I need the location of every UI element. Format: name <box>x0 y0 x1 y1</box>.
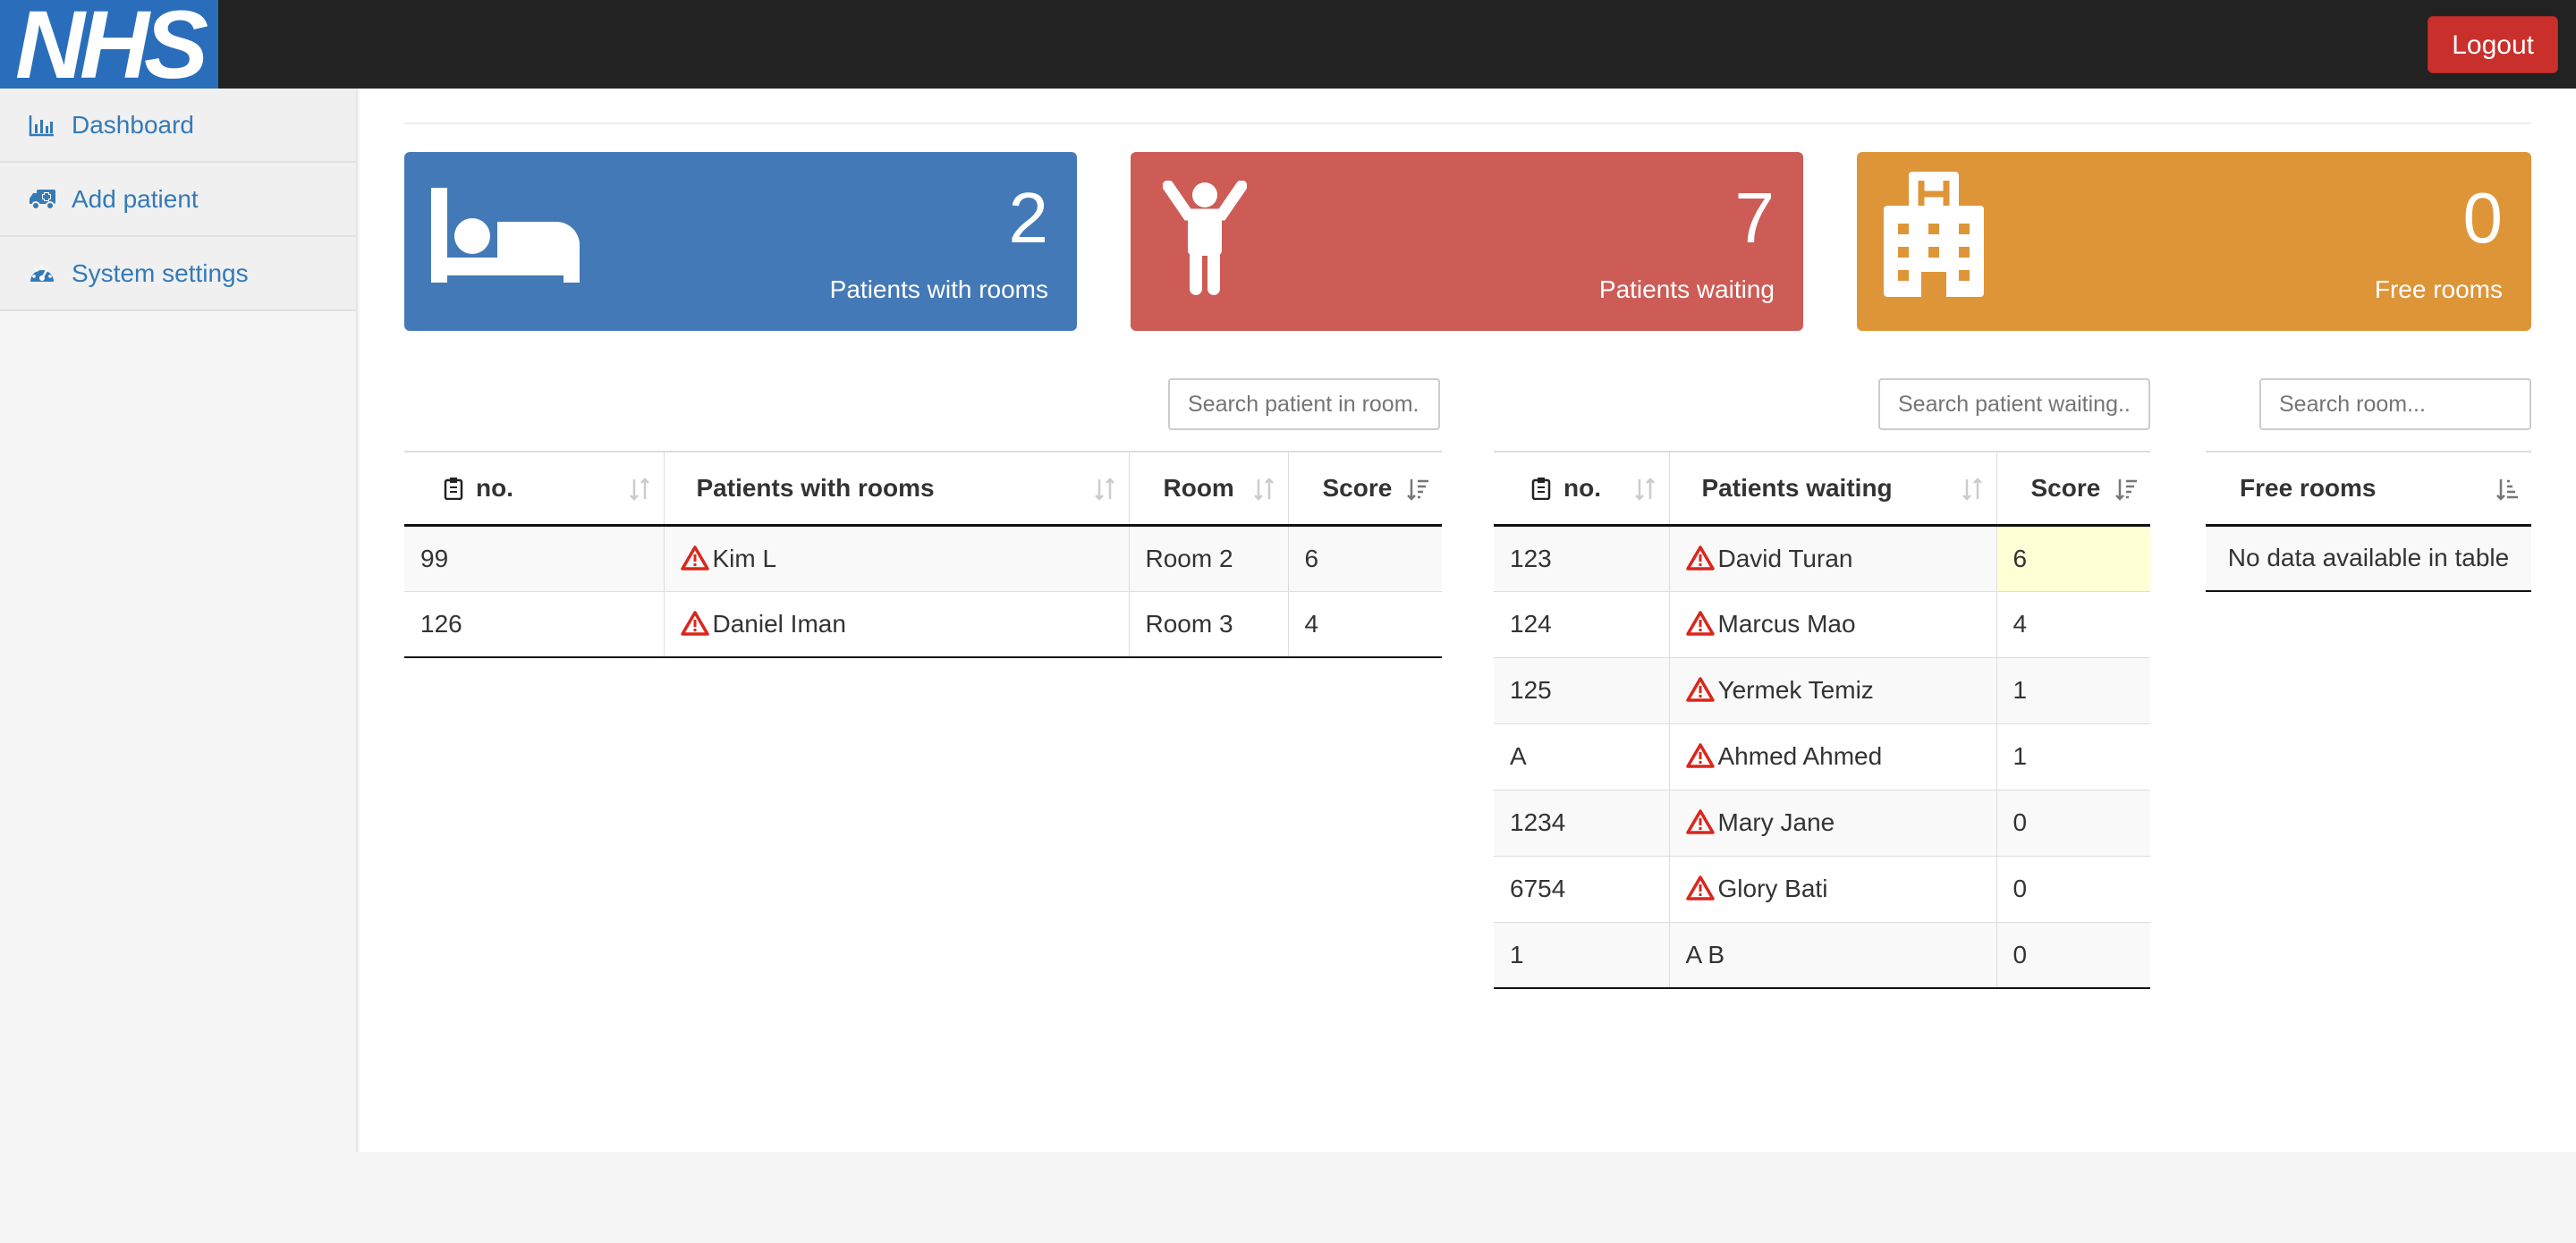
table-row[interactable]: 6754 Glory Bati 0 <box>1494 855 2150 922</box>
cell-no: 124 <box>1494 590 1670 657</box>
column-header-score[interactable]: Score <box>1288 451 1442 527</box>
sidebar: Dashboard Add patient System settings <box>0 89 358 1152</box>
warning-icon <box>1685 611 1715 636</box>
sort-desc-icon[interactable] <box>1406 478 1429 501</box>
patients-waiting-table: no. Patients waiting Score 123 David Tura… <box>1494 451 2150 989</box>
table-row[interactable]: 1A B0 <box>1494 921 2150 989</box>
main-content: 2 Patients with rooms 7 Patients waiting… <box>360 89 2576 1152</box>
top-navbar: NHS Logout <box>0 0 2576 93</box>
card-label: Patients with rooms <box>829 275 1048 303</box>
table-row[interactable]: 126 Daniel Iman Room 3 4 <box>404 590 1442 658</box>
table-row[interactable]: 1234 Mary Jane 0 <box>1494 789 2150 856</box>
cell-score: 6 <box>1996 524 2150 591</box>
column-header-free-rooms[interactable]: Free rooms <box>2206 451 2531 527</box>
cell-score: 6 <box>1288 524 1442 591</box>
logout-button[interactable]: Logout <box>2428 16 2558 73</box>
table-row[interactable]: 123 David Turan 6 <box>1494 524 2150 591</box>
table-row[interactable]: 125 Yermek Temiz 1 <box>1494 656 2150 723</box>
cell-score: 0 <box>1996 855 2150 922</box>
cell-no: 99 <box>404 524 665 591</box>
warning-icon <box>680 611 709 636</box>
ambulance-icon <box>29 187 59 212</box>
cell-no: 6754 <box>1494 855 1670 922</box>
cell-patient-name: Mary Jane <box>1669 789 1997 856</box>
card-value: 0 <box>2462 178 2504 258</box>
cell-patient-name: A B <box>1669 921 1997 989</box>
cell-score: 0 <box>1996 789 2150 856</box>
cell-patient-name: Marcus Mao <box>1669 590 1997 657</box>
clipboard-icon <box>444 477 463 500</box>
sidebar-item-add-patient[interactable]: Add patient <box>0 163 356 237</box>
sort-both-icon[interactable] <box>1093 478 1116 501</box>
empty-table-message: No data available in table <box>2206 524 2531 592</box>
sort-both-icon[interactable] <box>1252 478 1275 501</box>
card-free-rooms[interactable]: 0 Free rooms <box>1857 152 2531 331</box>
bar-chart-icon <box>29 113 59 138</box>
cell-patient-name: Yermek Temiz <box>1669 656 1997 723</box>
clipboard-icon <box>1531 477 1551 500</box>
cell-no: 125 <box>1494 656 1670 723</box>
child-icon <box>1162 180 1248 300</box>
cell-score: 1 <box>1996 723 2150 790</box>
column-header-patient-name[interactable]: Patients waiting <box>1669 451 1997 527</box>
sort-asc-icon[interactable] <box>2496 478 2519 501</box>
sort-desc-icon[interactable] <box>2114 478 2138 501</box>
cell-no: 126 <box>404 590 665 658</box>
table-row: No data available in table <box>2206 524 2531 592</box>
search-rooms-input[interactable] <box>1168 378 1440 430</box>
warning-icon <box>1685 743 1715 768</box>
cell-no: 1234 <box>1494 789 1670 856</box>
sidebar-item-system-settings[interactable]: System settings <box>0 237 356 311</box>
cell-patient-name: David Turan <box>1669 524 1997 591</box>
sort-both-icon[interactable] <box>1633 478 1657 501</box>
cell-score: 4 <box>1288 590 1442 658</box>
cell-room: Room 2 <box>1129 524 1289 591</box>
card-value: 2 <box>1008 178 1049 258</box>
warning-icon <box>680 545 709 571</box>
cell-no: 123 <box>1494 524 1670 591</box>
sort-both-icon[interactable] <box>628 478 651 501</box>
card-patients-waiting[interactable]: 7 Patients waiting <box>1131 152 1803 331</box>
free-rooms-table: Free rooms No data available in table <box>2206 451 2531 592</box>
divider <box>404 123 2531 124</box>
cell-patient-name: Glory Bati <box>1669 855 1997 922</box>
sidebar-item-dashboard[interactable]: Dashboard <box>0 89 356 163</box>
card-patients-with-rooms[interactable]: 2 Patients with rooms <box>404 152 1077 331</box>
search-waiting-input[interactable] <box>1878 378 2150 430</box>
column-header-score[interactable]: Score <box>1996 451 2150 527</box>
column-header-patient-name[interactable]: Patients with rooms <box>664 451 1130 527</box>
dashboard-gauge-icon <box>29 261 59 286</box>
warning-icon <box>1685 809 1715 834</box>
cell-patient-name: Daniel Iman <box>664 590 1130 658</box>
table-row[interactable]: 124 Marcus Mao 4 <box>1494 590 2150 657</box>
column-header-room[interactable]: Room <box>1129 451 1289 527</box>
cell-patient-name: Ahmed Ahmed <box>1669 723 1997 790</box>
search-free-rooms-input[interactable] <box>2259 378 2531 430</box>
warning-icon <box>1685 545 1715 571</box>
cell-no: A <box>1494 723 1670 790</box>
warning-icon <box>1685 677 1715 702</box>
patients-with-rooms-table: no. Patients with rooms Room Score 99 Ki… <box>404 451 1442 658</box>
bed-icon <box>431 186 580 289</box>
cell-no: 1 <box>1494 921 1670 989</box>
cell-room: Room 3 <box>1129 590 1289 658</box>
sidebar-item-label: System settings <box>72 258 249 287</box>
card-label: Patients waiting <box>1598 275 1775 303</box>
table-row[interactable]: 99 Kim L Room 2 6 <box>404 524 1442 591</box>
cell-score: 1 <box>1996 656 2150 723</box>
column-header-no[interactable]: no. <box>404 451 665 527</box>
warning-icon <box>1685 875 1715 901</box>
table-row[interactable]: A Ahmed Ahmed 1 <box>1494 723 2150 790</box>
nhs-logo[interactable]: NHS <box>0 0 218 93</box>
card-value: 7 <box>1734 178 1775 258</box>
cell-patient-name: Kim L <box>664 524 1130 591</box>
cell-score: 0 <box>1996 921 2150 989</box>
cell-score: 4 <box>1996 590 2150 657</box>
sidebar-item-label: Dashboard <box>72 110 194 139</box>
column-header-no[interactable]: no. <box>1494 451 1670 527</box>
hospital-icon <box>1884 172 1984 301</box>
sidebar-item-label: Add patient <box>72 184 199 213</box>
card-label: Free rooms <box>2374 275 2503 303</box>
sort-both-icon[interactable] <box>1961 478 1984 501</box>
